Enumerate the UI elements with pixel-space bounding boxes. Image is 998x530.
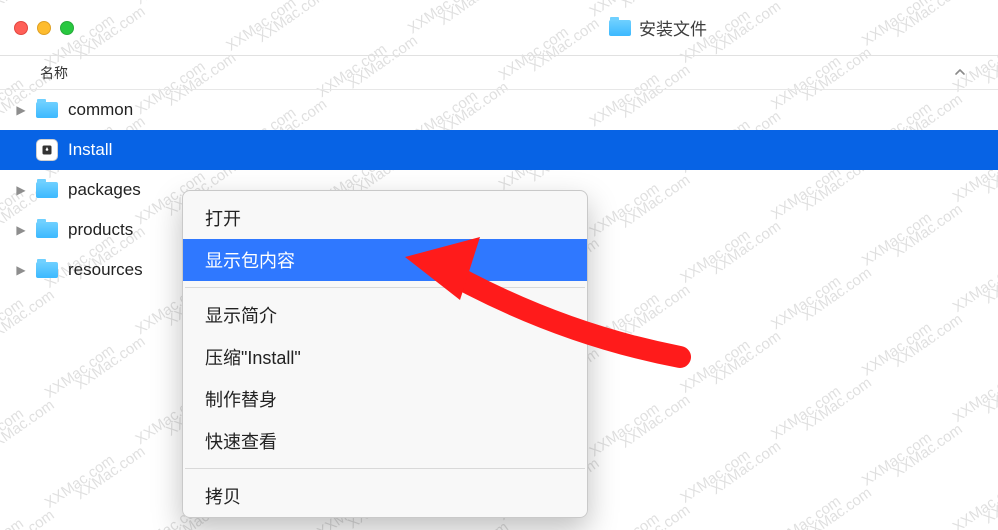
window-title-text: 安装文件 <box>639 15 707 40</box>
context-menu: 打开 显示包内容 显示简介 压缩"Install" 制作替身 快速查看 拷贝 <box>182 190 588 518</box>
folder-icon <box>36 262 58 278</box>
folder-icon <box>609 20 631 36</box>
menu-show-package-contents[interactable]: 显示包内容 <box>183 239 587 281</box>
menu-separator <box>185 468 585 469</box>
folder-icon <box>36 102 58 118</box>
file-name: products <box>68 220 133 240</box>
folder-icon <box>36 222 58 238</box>
column-name-label: 名称 <box>40 63 68 83</box>
menu-copy[interactable]: 拷贝 <box>183 475 587 517</box>
menu-compress[interactable]: 压缩"Install" <box>183 336 587 378</box>
menu-get-info[interactable]: 显示简介 <box>183 294 587 336</box>
menu-open[interactable]: 打开 <box>183 197 587 239</box>
file-name: packages <box>68 180 141 200</box>
folder-icon <box>36 182 58 198</box>
disclosure-triangle-icon[interactable]: ▶ <box>16 263 26 277</box>
traffic-lights <box>14 21 74 35</box>
list-item[interactable]: ▶ common <box>0 90 998 130</box>
app-icon <box>36 139 58 161</box>
sort-caret-icon[interactable] <box>952 64 968 83</box>
zoom-window-button[interactable] <box>60 21 74 35</box>
disclosure-triangle-icon[interactable]: ▶ <box>16 223 26 237</box>
disclosure-triangle-icon[interactable]: ▶ <box>16 183 26 197</box>
close-window-button[interactable] <box>14 21 28 35</box>
menu-separator <box>185 287 585 288</box>
window-title: 安装文件 <box>609 15 707 40</box>
file-name: resources <box>68 260 143 280</box>
file-name: common <box>68 100 133 120</box>
window-titlebar: 安装文件 <box>0 0 998 56</box>
disclosure-triangle-icon[interactable]: ▶ <box>16 103 26 117</box>
list-item-selected[interactable]: Install <box>0 130 998 170</box>
menu-quick-look[interactable]: 快速查看 <box>183 420 587 462</box>
minimize-window-button[interactable] <box>37 21 51 35</box>
column-header[interactable]: 名称 <box>0 56 998 90</box>
menu-make-alias[interactable]: 制作替身 <box>183 378 587 420</box>
file-name: Install <box>68 140 112 160</box>
